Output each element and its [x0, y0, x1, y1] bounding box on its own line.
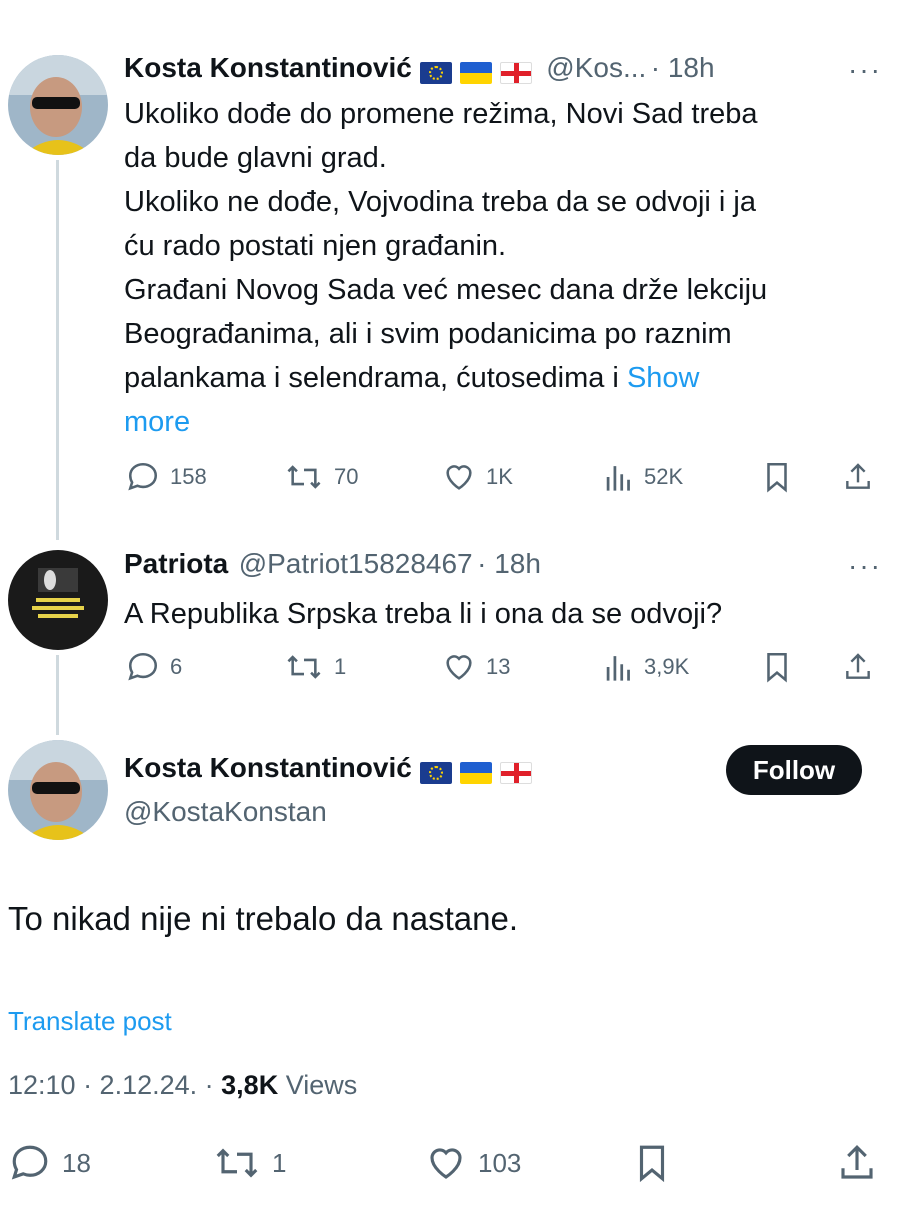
tweet-line: Građani Novog Sada već mesec dana drže l… [124, 274, 768, 306]
author-name[interactable]: Patriota [124, 548, 228, 579]
share-icon [841, 1145, 873, 1179]
tweet-time[interactable]: · 18h [477, 548, 541, 579]
ukraine-flag-icon [459, 61, 492, 84]
more-options-icon[interactable]: ··· [848, 54, 882, 86]
bookmark-icon [767, 652, 787, 683]
views-total: 3,8K [221, 1070, 279, 1100]
ukraine-flag-icon [459, 761, 492, 784]
retweet-count: 1 [272, 1147, 287, 1178]
tweet-line: Ukoliko dođe do promene režima, Novi Sad… [124, 98, 758, 130]
reply-icon [128, 462, 158, 491]
like-count: 13 [486, 654, 511, 679]
views-count: 3,9K [644, 654, 690, 679]
thread-line [56, 655, 59, 735]
analytics-icon [606, 656, 630, 681]
views-button[interactable]: 52K [604, 460, 683, 494]
eu-flag-icon [419, 761, 452, 784]
share-icon [846, 653, 870, 679]
analytics-icon [606, 466, 630, 491]
tweet-text: Ukoliko dođe do promene režima, Novi Sad… [124, 92, 884, 444]
share-icon [846, 463, 870, 489]
author-handle[interactable]: @KostaKonstan [124, 796, 327, 828]
reply-count: 158 [170, 464, 207, 489]
tweet-line: palankama i selendrama, ćutosedima i [124, 362, 619, 394]
tweet-time[interactable]: · 18h [651, 52, 715, 83]
post-timestamp[interactable]: 12:10 · 2.12.24. · [8, 1070, 214, 1100]
bookmark-button[interactable] [762, 460, 792, 494]
reply-button[interactable]: 18 [8, 1142, 91, 1184]
show-more-link-cont[interactable]: more [124, 400, 884, 444]
heart-icon [446, 465, 472, 490]
heart-icon [430, 1148, 462, 1179]
retweet-button[interactable]: 1 [284, 650, 346, 684]
retweet-button[interactable]: 70 [284, 460, 358, 494]
retweet-button[interactable]: 1 [212, 1142, 286, 1184]
like-button[interactable]: 13 [442, 650, 510, 684]
georgia-flag-icon [499, 761, 532, 784]
reply-count: 6 [170, 654, 183, 679]
tweet-line: Beograđanima, ali i svim podanicima po r… [124, 318, 732, 350]
show-more-link[interactable]: Show [627, 362, 700, 394]
main-tweet-text: To nikad nije ni trebalo da nastane. [8, 900, 519, 937]
share-button[interactable] [842, 460, 874, 494]
avatar[interactable] [8, 55, 108, 155]
bookmark-icon [639, 1145, 665, 1183]
views-label: Views [285, 1070, 358, 1100]
bookmark-button[interactable] [762, 650, 792, 684]
tweet-text: A Republika Srpska treba li i ona da se … [124, 598, 723, 630]
author-handle[interactable]: @Patriot15828467 [239, 548, 473, 579]
like-button[interactable]: 103 [424, 1142, 521, 1184]
retweet-icon [216, 1148, 258, 1178]
bookmark-icon [767, 462, 787, 493]
share-button[interactable] [842, 650, 874, 684]
views-count: 52K [644, 464, 684, 489]
views-button[interactable]: 3,9K [604, 650, 689, 684]
georgia-flag-icon [499, 61, 532, 84]
tweet-line: ću rado postati njen građanin. [124, 230, 507, 262]
reply-icon [128, 652, 158, 681]
avatar[interactable] [8, 740, 108, 840]
follow-button[interactable]: Follow [726, 745, 862, 795]
author-name[interactable]: Kosta Konstantinović [124, 752, 412, 783]
author-handle[interactable]: @Kos... [546, 52, 646, 83]
heart-icon [446, 655, 472, 680]
tweet-line: da bude glavni grad. [124, 142, 387, 174]
share-button[interactable] [836, 1142, 878, 1184]
reply-button[interactable]: 158 [126, 460, 207, 494]
reply-count: 18 [62, 1147, 91, 1178]
like-count: 103 [478, 1147, 522, 1178]
eu-flag-icon [419, 61, 452, 84]
translate-post-link[interactable]: Translate post [8, 1006, 172, 1037]
retweet-count: 1 [334, 654, 347, 679]
more-options-icon[interactable]: ··· [848, 550, 882, 582]
thread-line [56, 160, 59, 540]
tweet-line: Ukoliko ne dođe, Vojvodina treba da se o… [124, 186, 756, 218]
avatar[interactable] [8, 550, 108, 650]
reply-button[interactable]: 6 [126, 650, 182, 684]
author-name[interactable]: Kosta Konstantinović [124, 52, 412, 83]
bookmark-button[interactable] [632, 1142, 672, 1184]
retweet-icon [287, 465, 321, 489]
retweet-icon [287, 655, 321, 679]
reply-icon [11, 1145, 48, 1180]
like-count: 1K [486, 464, 513, 489]
retweet-count: 70 [334, 464, 359, 489]
like-button[interactable]: 1K [442, 460, 513, 494]
